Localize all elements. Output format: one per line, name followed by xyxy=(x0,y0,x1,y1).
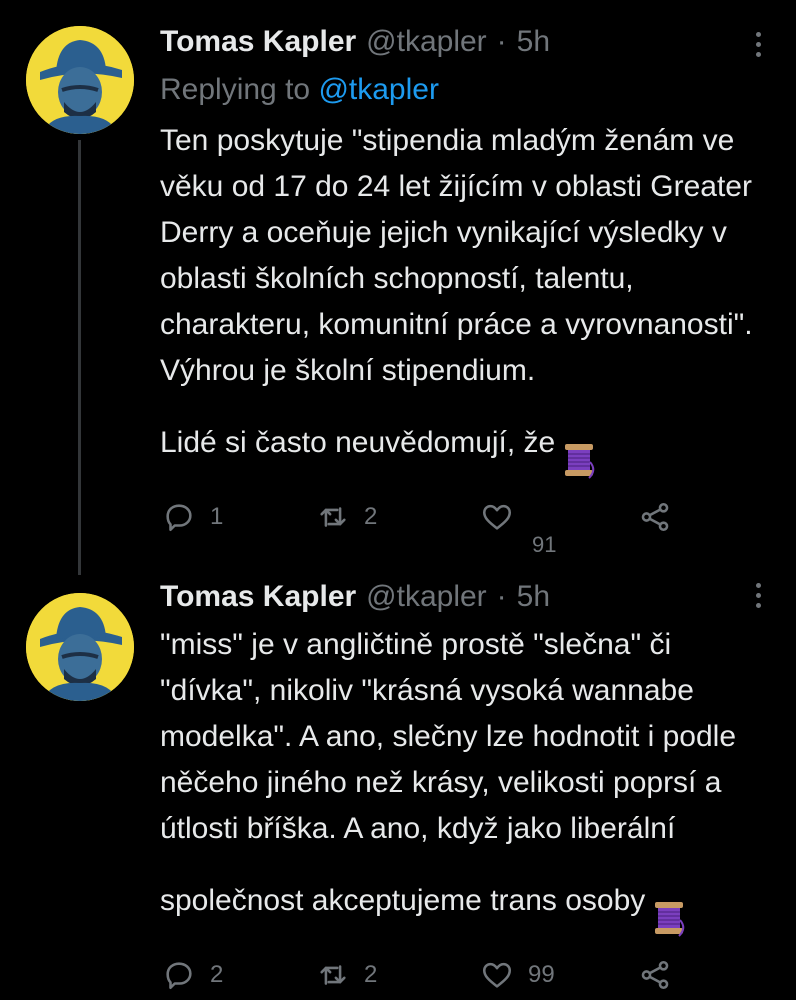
like-count: 91 xyxy=(532,532,557,557)
author-handle[interactable]: @tkapler xyxy=(366,577,487,617)
separator-dot: · xyxy=(496,25,507,58)
avatar[interactable] xyxy=(26,26,134,134)
thread-spool-icon xyxy=(559,394,599,494)
heart-icon xyxy=(480,958,514,992)
tweet[interactable]: Tomas Kapler @tkapler · 5h "miss" je v a… xyxy=(0,565,796,1000)
like-button[interactable]: 99 xyxy=(480,955,555,995)
reply-count: 1 xyxy=(210,503,224,530)
separator-dot: · xyxy=(496,580,507,613)
author-name[interactable]: Tomas Kapler xyxy=(160,22,356,62)
tweet-text: Ten poskytuje "stipendia mladým ženám ve… xyxy=(160,118,780,494)
replying-to-handle[interactable]: @tkapler xyxy=(318,73,439,106)
reply-button[interactable]: 2 xyxy=(162,955,223,995)
like-count: 99 xyxy=(528,961,555,988)
tweet[interactable]: Tomas Kapler @tkapler · 5h Replying to @… xyxy=(0,0,796,565)
reply-count: 2 xyxy=(210,961,224,988)
author-name[interactable]: Tomas Kapler xyxy=(160,577,356,617)
author-handle[interactable]: @tkapler xyxy=(366,22,487,62)
replying-to: Replying to @tkapler xyxy=(160,70,439,110)
thread-spool-icon xyxy=(649,852,689,952)
tweet-header: Tomas Kapler @tkapler · 5h xyxy=(160,22,550,62)
retweet-button[interactable]: 2 xyxy=(316,955,377,995)
replying-to-label: Replying to xyxy=(160,73,319,106)
tweet-actions: 1 2 xyxy=(160,497,720,537)
retweet-count: 2 xyxy=(364,503,378,530)
share-icon xyxy=(638,500,672,534)
share-button[interactable] xyxy=(638,497,672,537)
reply-icon xyxy=(162,958,196,992)
heart-icon xyxy=(480,500,514,534)
like-button[interactable] xyxy=(480,497,514,537)
retweet-icon xyxy=(316,958,350,992)
reply-icon xyxy=(162,500,196,534)
timestamp[interactable]: 5h xyxy=(517,22,550,62)
retweet-count: 2 xyxy=(364,961,378,988)
retweet-icon xyxy=(316,500,350,534)
share-icon xyxy=(638,958,672,992)
tweet-text: "miss" je v angličtině prostě "slečna" č… xyxy=(160,622,780,952)
tweet-text-content: Ten poskytuje "stipendia mladým ženám ve… xyxy=(160,124,753,459)
tweet-header: Tomas Kapler @tkapler · 5h xyxy=(160,577,550,617)
share-button[interactable] xyxy=(638,955,672,995)
retweet-button[interactable]: 2 xyxy=(316,497,377,537)
reply-button[interactable]: 1 xyxy=(162,497,223,537)
more-icon[interactable] xyxy=(754,32,762,57)
timestamp[interactable]: 5h xyxy=(517,577,550,617)
avatar[interactable] xyxy=(26,593,134,701)
more-icon[interactable] xyxy=(754,583,762,608)
tweet-actions: 2 2 99 xyxy=(160,955,720,995)
